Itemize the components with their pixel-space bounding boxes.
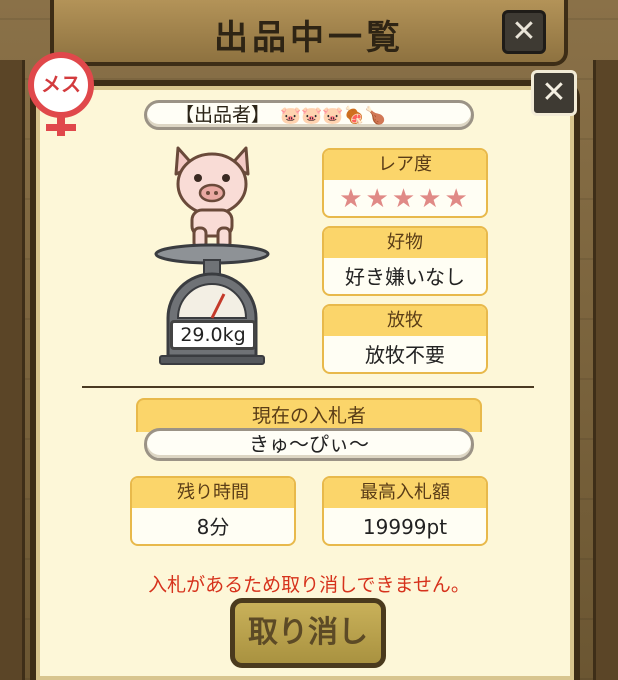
highest-bid-value: 19999pt — [362, 515, 448, 539]
page-title: 出品中一覧 — [214, 18, 404, 58]
female-symbol-bar — [46, 124, 76, 131]
header-close-button[interactable]: ✕ — [502, 10, 546, 54]
close-icon: ✕ — [511, 14, 537, 49]
favorite-food-label: 好物 — [324, 228, 486, 258]
pig-icon — [174, 146, 250, 250]
divider — [82, 386, 534, 388]
seller-bar: 【出品者】 🐷🐷🐷🍖🍗 — [144, 100, 474, 130]
highest-bid-label: 最高入札額 — [324, 478, 486, 508]
highest-bid-box: 最高入札額 19999pt — [322, 476, 488, 546]
header-bar: 出品中一覧 ✕ — [50, 0, 568, 66]
current-bidder-name: きゅ〜ぴぃ〜 — [144, 428, 474, 461]
grazing-value: 放牧不要 — [365, 343, 445, 367]
pig-weight-label: 29.0kg — [170, 320, 256, 350]
rarity-stars: ★★★★★ — [339, 184, 471, 214]
seller-label: 【出品者】 — [175, 104, 271, 126]
current-bidder-label: 現在の入札者 — [136, 398, 482, 432]
female-gender-badge: メス — [28, 52, 94, 118]
gender-label: メス — [41, 72, 81, 96]
grazing-label: 放牧 — [324, 306, 486, 336]
remaining-time-value: 8分 — [196, 515, 230, 539]
grazing-box: 放牧 放牧不要 — [322, 304, 488, 374]
favorite-food-value: 好き嫌いなし — [345, 265, 465, 289]
close-icon: ✕ — [541, 75, 567, 110]
rarity-box: レア度 ★★★★★ — [322, 148, 488, 218]
remaining-time-box: 残り時間 8分 — [130, 476, 296, 546]
rarity-label: レア度 — [324, 150, 486, 180]
dialog-close-button[interactable]: ✕ — [531, 70, 577, 116]
cancel-notice: 入札があるため取り消しできません。 — [148, 574, 470, 596]
remaining-time-label: 残り時間 — [132, 478, 294, 508]
favorite-food-box: 好物 好き嫌いなし — [322, 226, 488, 296]
seller-rank-icons: 🐷🐷🐷🍖🍗 — [280, 106, 386, 126]
cancel-listing-button[interactable]: 取り消し — [230, 598, 386, 668]
